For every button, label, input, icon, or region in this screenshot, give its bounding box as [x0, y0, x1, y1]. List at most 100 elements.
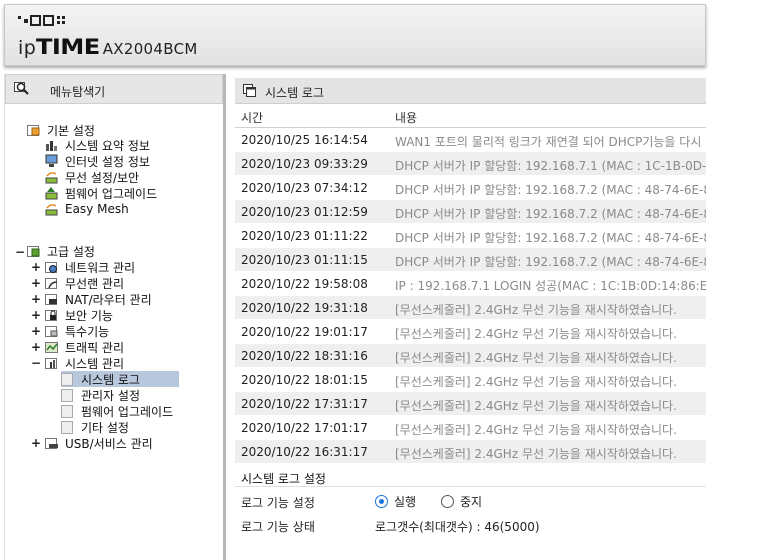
log-content: [무선스케줄러] 2.4GHz 무선 기능을 재시작하였습니다. — [395, 327, 677, 341]
log-time: 2020/10/25 16:14:54 — [241, 133, 368, 147]
tree-item-special[interactable]: 특수기능 — [45, 323, 109, 339]
system-log-panel: 시스템 로그 시간 내용 2020/10/25 16:14:54 WAN1 포트의… — [235, 78, 706, 560]
tree-item-label: Easy Mesh — [65, 202, 129, 216]
log-content: WAN1 포트의 물리적 링크가 재연결 되어 DHCP기능을 다시 — [395, 135, 702, 149]
system-icon — [45, 358, 57, 369]
tree-item-label: 트래픽 관리 — [65, 340, 125, 355]
monitor-icon — [45, 154, 58, 167]
tree-expander-advanced[interactable]: − — [15, 246, 25, 258]
network-icon — [45, 262, 57, 273]
brand-ip: ip — [18, 37, 37, 59]
tree-expander[interactable]: + — [31, 293, 41, 305]
tree-expander[interactable]: + — [31, 437, 41, 449]
log-content: [무선스케줄러] 2.4GHz 무선 기능을 재시작하였습니다. — [395, 351, 677, 365]
log-time: 2020/10/23 09:33:29 — [241, 157, 368, 171]
log-time: 2020/10/23 01:12:59 — [241, 205, 368, 219]
wireless-icon — [45, 278, 58, 289]
tree-item-usb-service[interactable]: USB/서비스 관리 — [45, 435, 153, 451]
tree-item-wireless-security[interactable]: 무선 설정/보안 — [45, 169, 139, 185]
log-content: [무선스케줄러] 2.4GHz 무선 기능을 재시작하였습니다. — [395, 447, 677, 461]
wireless-icon — [45, 172, 58, 184]
mesh-icon — [45, 204, 58, 216]
traffic-icon — [45, 342, 58, 353]
upgrade-icon — [45, 187, 58, 200]
page-icon — [61, 372, 73, 386]
tree-item-label: 관리자 설정 — [81, 388, 141, 403]
tree-expander[interactable]: + — [31, 341, 41, 353]
log-time: 2020/10/23 01:11:22 — [241, 229, 368, 243]
log-row: 2020/10/22 19:31:18 [무선스케줄러] 2.4GHz 무선 기능… — [235, 296, 706, 320]
log-time: 2020/10/23 07:34:12 — [241, 181, 368, 195]
log-row: 2020/10/25 16:14:54 WAN1 포트의 물리적 링크가 재연결 … — [235, 128, 706, 152]
menu-explorer: 메뉴탐색기 기본 설정 시스템 요약 정보 인터넷 설정 정보 무선 설정/보안… — [4, 74, 226, 560]
tree-expander[interactable]: + — [31, 309, 41, 321]
log-content: [무선스케줄러] 2.4GHz 무선 기능을 재시작하였습니다. — [395, 375, 677, 389]
log-row: 2020/10/22 19:01:17 [무선스케줄러] 2.4GHz 무선 기능… — [235, 320, 706, 344]
radio-stop[interactable]: 중지 — [441, 493, 482, 510]
tree-item-easy-mesh[interactable]: Easy Mesh — [45, 201, 129, 217]
folder-icon — [27, 246, 40, 257]
tree-item-label: 펌웨어 업그레이드 — [65, 186, 158, 201]
tree-item-other-settings[interactable]: 기타 설정 — [61, 419, 129, 435]
radio-run-indicator[interactable] — [375, 495, 388, 508]
tree-item-label: USB/서비스 관리 — [65, 436, 153, 451]
tree-item-network[interactable]: 네트워크 관리 — [45, 259, 135, 275]
tree-advanced-settings[interactable]: 고급 설정 — [27, 243, 95, 259]
page-title: 시스템 로그 — [265, 86, 325, 100]
log-content: IP : 192.168.7.1 LOGIN 성공(MAC : 1C:1B:0D… — [395, 279, 706, 293]
tree-item-system-management[interactable]: 시스템 관리 — [45, 355, 124, 371]
tree-item-firmware-upgrade-2[interactable]: 펌웨어 업그레이드 — [61, 403, 173, 419]
log-content: [무선스케줄러] 2.4GHz 무선 기능을 재시작하였습니다. — [395, 303, 677, 317]
tree-advanced-settings-label: 고급 설정 — [47, 244, 95, 259]
log-content: DHCP 서버가 IP 할당함: 192.168.7.1 (MAC : 1C-1… — [395, 159, 706, 173]
model-name: AX2004BCM — [102, 40, 198, 58]
tree-item-label: 시스템 로그 — [81, 372, 141, 387]
log-content: DHCP 서버가 IP 할당함: 192.168.7.2 (MAC : 48-7… — [395, 183, 706, 197]
tree-item-system-log[interactable]: 시스템 로그 — [61, 371, 179, 387]
log-row: 2020/10/23 01:11:22 DHCP 서버가 IP 할당함: 192.… — [235, 224, 706, 248]
log-time: 2020/10/22 19:58:08 — [241, 277, 368, 291]
tree-expander[interactable]: − — [31, 357, 41, 369]
tree-item-firmware-upgrade[interactable]: 펌웨어 업그레이드 — [45, 185, 157, 201]
tree-item-wireless-lan[interactable]: 무선랜 관리 — [45, 275, 124, 291]
log-time: 2020/10/22 18:01:15 — [241, 373, 368, 387]
log-row: 2020/10/23 01:12:59 DHCP 서버가 IP 할당함: 192.… — [235, 200, 706, 224]
window-icon — [243, 84, 256, 97]
tree-item-internet-info[interactable]: 인터넷 설정 정보 — [45, 153, 150, 169]
log-status-label: 로그 기능 상태 — [241, 520, 315, 534]
log-row: 2020/10/23 07:34:12 DHCP 서버가 IP 할당함: 192.… — [235, 176, 706, 200]
radio-stop-indicator[interactable] — [441, 495, 454, 508]
tree-item-label: 기타 설정 — [81, 420, 129, 435]
tree-expander[interactable]: + — [31, 277, 41, 289]
log-time: 2020/10/22 17:31:17 — [241, 397, 368, 411]
tree-expander[interactable]: + — [31, 325, 41, 337]
tree-item-label: NAT/라우터 관리 — [65, 292, 152, 307]
tree-item-traffic[interactable]: 트래픽 관리 — [45, 339, 124, 355]
divider — [235, 486, 706, 487]
column-header-time: 시간 — [241, 111, 264, 125]
log-row: 2020/10/22 19:58:08 IP : 192.168.7.1 LOGI… — [235, 272, 706, 296]
log-settings-section: 시스템 로그 설정 로그 기능 설정 실행 중지 로그 기능 상태 로그갯수(최… — [235, 464, 706, 560]
panel-header: 시스템 로그 — [235, 78, 706, 104]
log-row: 2020/10/22 18:01:15 [무선스케줄러] 2.4GHz 무선 기능… — [235, 368, 706, 392]
log-row: 2020/10/22 17:31:17 [무선스케줄러] 2.4GHz 무선 기능… — [235, 392, 706, 416]
log-function-label: 로그 기능 설정 — [241, 496, 315, 510]
tree-expander[interactable]: + — [31, 261, 41, 273]
tree-item-admin-settings[interactable]: 관리자 설정 — [61, 387, 140, 403]
tree-item-security[interactable]: 보안 기능 — [45, 307, 113, 323]
tree-item-label: 시스템 요약 정보 — [65, 138, 150, 153]
log-time: 2020/10/22 17:01:17 — [241, 421, 368, 435]
tree-item-system-summary[interactable]: 시스템 요약 정보 — [45, 137, 150, 153]
chart-icon — [46, 141, 57, 151]
tree-item-label: 보안 기능 — [65, 308, 113, 323]
tree-item-nat-router[interactable]: NAT/라우터 관리 — [45, 291, 152, 307]
tree-item-label: 무선 설정/보안 — [65, 170, 140, 185]
tree-item-label: 무선랜 관리 — [65, 276, 125, 291]
log-time: 2020/10/22 18:31:16 — [241, 349, 368, 363]
log-time: 2020/10/23 01:11:15 — [241, 253, 368, 267]
radio-stop-label: 중지 — [460, 495, 483, 509]
log-row: 2020/10/22 18:31:16 [무선스케줄러] 2.4GHz 무선 기능… — [235, 344, 706, 368]
radio-run[interactable]: 실행 — [375, 493, 416, 510]
log-time: 2020/10/22 16:31:17 — [241, 445, 368, 459]
log-content: DHCP 서버가 IP 할당함: 192.168.7.2 (MAC : 48-7… — [395, 207, 706, 221]
